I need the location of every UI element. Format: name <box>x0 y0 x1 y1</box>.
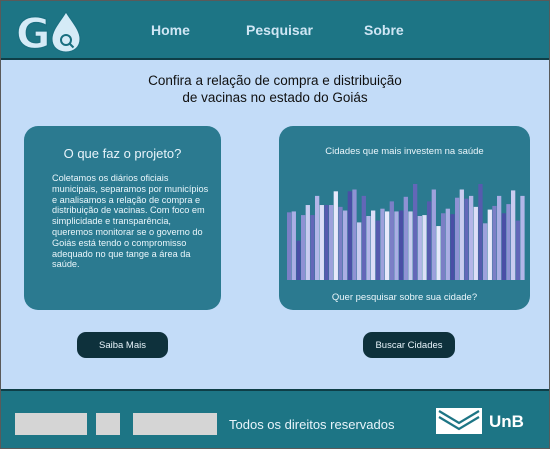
chart-bar <box>417 216 422 280</box>
chart-bar <box>352 189 357 280</box>
chart-bar <box>413 184 418 280</box>
chart-bar <box>333 191 338 280</box>
chart-bar <box>408 211 413 280</box>
chart-bar <box>441 213 446 280</box>
chart-bar <box>455 197 460 280</box>
chart-bar <box>380 208 385 280</box>
chart-bar <box>520 195 525 280</box>
about-card-description: Coletamos os diários oficiais municipais… <box>52 173 209 270</box>
chart-bar <box>291 211 296 280</box>
chart-bar <box>436 226 441 280</box>
chart-bar <box>301 215 306 280</box>
chart-bar <box>287 212 292 280</box>
chart-bar <box>445 208 450 280</box>
chart-bar <box>338 206 343 280</box>
chart-bar <box>469 195 474 280</box>
chart-bar <box>371 210 376 280</box>
chart-bar <box>361 195 366 280</box>
chart-bar <box>511 190 516 280</box>
chart-bar <box>296 240 301 280</box>
page-footer: Todos os direitos reservados UnB <box>0 389 550 449</box>
learn-more-button[interactable]: Saiba Mais <box>77 332 168 358</box>
chart-bar <box>497 195 502 280</box>
headline-line-2: de vacinas no estado do Goiás <box>182 90 368 105</box>
chart-bar <box>315 195 320 280</box>
chart-bar <box>394 211 399 280</box>
chart-bar <box>399 210 404 280</box>
footer-placeholder-3 <box>133 413 217 435</box>
chart-bar <box>492 205 497 280</box>
chart-bar <box>515 220 520 280</box>
footer-placeholder-2 <box>96 413 120 435</box>
chart-bar <box>343 210 348 280</box>
chart-bar <box>450 214 455 280</box>
chart-bar <box>324 205 329 280</box>
logo-letter: G <box>16 9 50 54</box>
chart-bar <box>501 213 506 280</box>
unb-logo-icon <box>436 408 482 434</box>
chart-bar <box>389 201 394 280</box>
nav-search-link[interactable]: Pesquisar <box>246 22 313 38</box>
copyright-text: Todos os direitos reservados <box>229 417 395 432</box>
top-cities-card: Cidades que mais investem na saúde Quer … <box>279 126 530 310</box>
chart-bar <box>427 201 432 280</box>
about-project-card: O que faz o projeto? Coletamos os diário… <box>24 126 221 310</box>
chart-bar <box>431 189 436 280</box>
nav-home-link[interactable]: Home <box>151 22 190 38</box>
footer-placeholder-1 <box>15 413 87 435</box>
chart-bar <box>305 205 310 280</box>
chart-title: Cidades que mais investem na saúde <box>325 146 484 157</box>
chart-bar <box>403 196 408 280</box>
chart-bar <box>459 189 464 280</box>
app-logo[interactable]: G <box>14 8 84 54</box>
search-city-link[interactable]: Quer pesquisar sobre sua cidade? <box>279 292 530 303</box>
chart-bar <box>385 211 390 280</box>
unb-label: UnB <box>489 412 524 431</box>
search-cities-button[interactable]: Buscar Cidades <box>363 332 455 358</box>
chart-bar <box>422 215 427 280</box>
chart-bar <box>347 191 352 280</box>
chart-bar <box>310 215 315 280</box>
bar-chart <box>287 184 525 280</box>
chart-bar <box>319 205 324 280</box>
chart-bar <box>464 198 469 280</box>
chart-bar <box>366 216 371 280</box>
nav-about-link[interactable]: Sobre <box>364 22 404 38</box>
headline-line-1: Confira a relação de compra e distribuiç… <box>148 73 402 88</box>
chart-bar <box>483 223 488 280</box>
chart-bar <box>329 205 334 280</box>
chart-bar <box>473 206 478 280</box>
page-headline: Confira a relação de compra e distribuiç… <box>0 72 550 106</box>
chart-bar <box>478 184 483 280</box>
chart-bar <box>357 222 362 280</box>
chart-bar <box>375 220 380 280</box>
top-nav-bar: G Home Pesquisar Sobre <box>0 0 550 60</box>
chart-bar <box>487 209 492 280</box>
about-card-title: O que faz o projeto? <box>63 146 182 161</box>
chart-bar <box>506 204 511 280</box>
